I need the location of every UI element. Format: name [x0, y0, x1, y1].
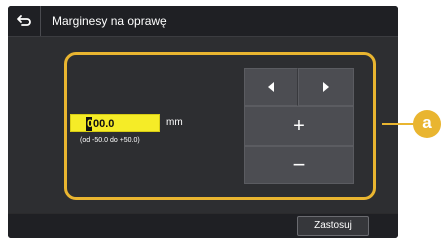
callout-highlight-frame — [64, 52, 376, 200]
bottom-bar: Zastosuj — [8, 214, 398, 238]
back-arrow-icon — [17, 15, 31, 26]
callout-connector — [382, 123, 416, 125]
apply-button[interactable]: Zastosuj — [297, 216, 369, 236]
callout-badge: a — [413, 110, 441, 138]
title-bar: Marginesy na oprawę — [8, 6, 398, 37]
back-button[interactable] — [8, 6, 41, 36]
page-title: Marginesy na oprawę — [52, 14, 167, 28]
